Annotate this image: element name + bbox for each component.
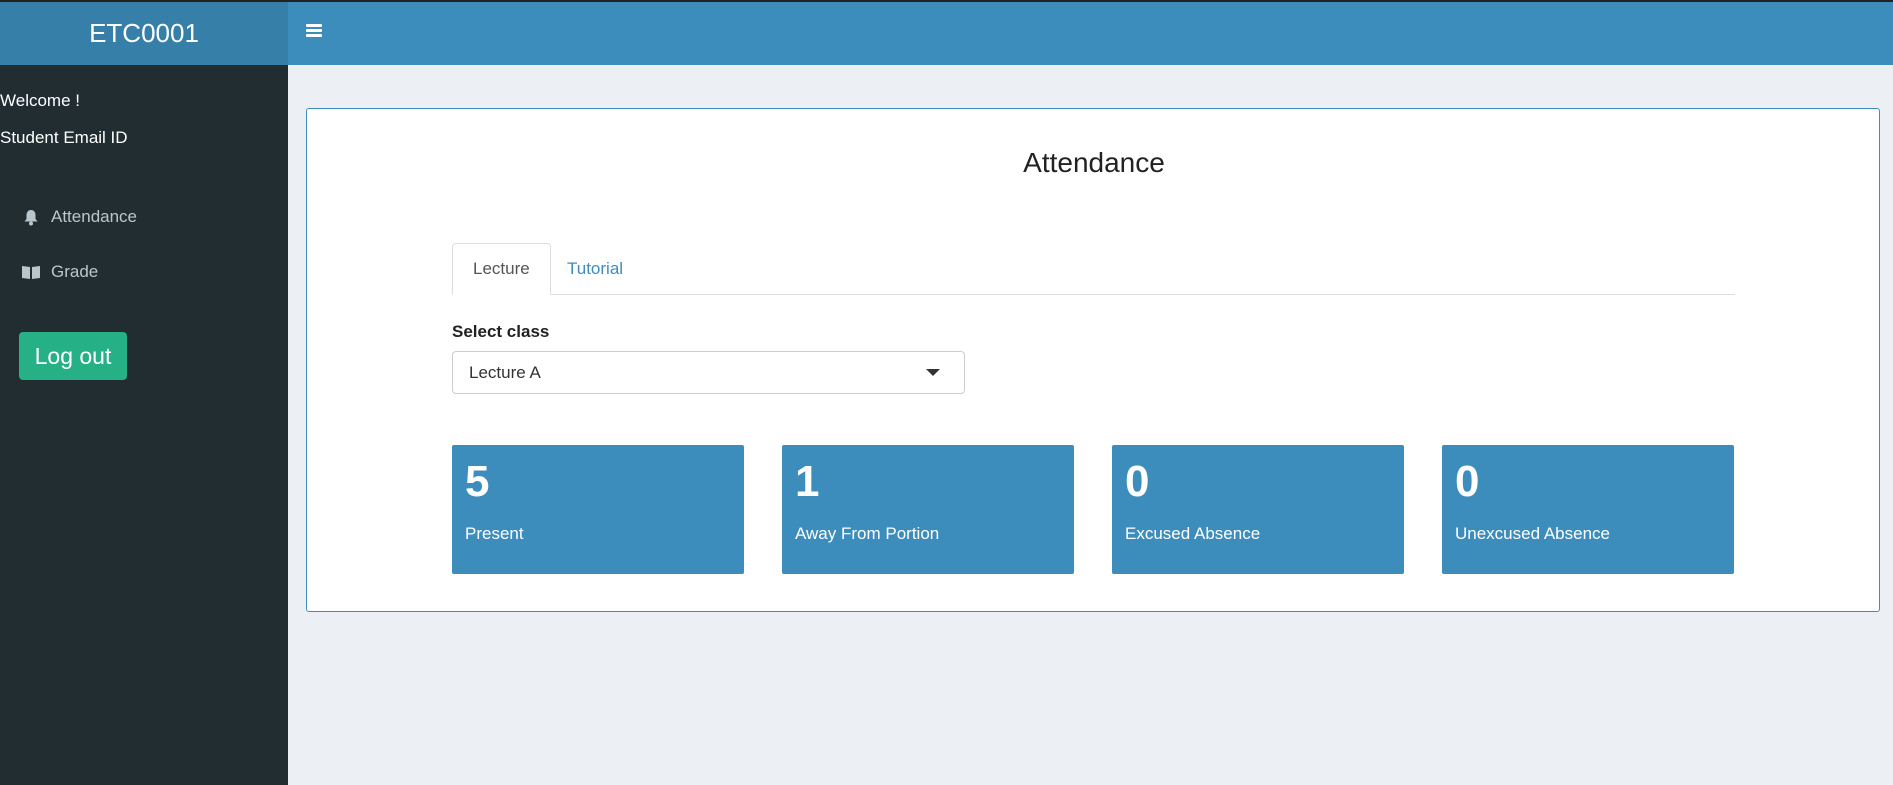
top-navbar: [288, 2, 1893, 65]
sidebar-item-grade[interactable]: Grade: [0, 252, 288, 292]
page-title: Attendance: [1023, 147, 1165, 178]
attendance-panel: Attendance Lecture Tutorial Select class…: [306, 108, 1880, 612]
caret-down-icon: [926, 369, 940, 376]
book-icon: [20, 262, 42, 282]
sidebar-item-label: Attendance: [51, 207, 138, 226]
welcome-text: Welcome !: [0, 91, 80, 110]
sidebar-item-attendance[interactable]: Attendance: [0, 197, 288, 237]
stat-value: 0: [1455, 457, 1480, 506]
stat-box-present: 5 Present: [452, 445, 744, 574]
select-class-label: Select class: [452, 322, 550, 341]
sidebar: Welcome ! Student Email ID Attendance Gr…: [0, 65, 288, 785]
class-type-tabs: Lecture Tutorial: [452, 243, 1735, 295]
stat-label: Away From Portion: [795, 524, 940, 543]
student-email: Student Email ID: [0, 128, 128, 147]
stat-value: 5: [465, 457, 490, 506]
class-select-value: Lecture A: [469, 362, 541, 382]
sidebar-item-label: Grade: [51, 262, 99, 281]
bell-icon: [20, 207, 42, 227]
stat-label: Present: [465, 524, 524, 543]
sidebar-toggle-icon[interactable]: [306, 22, 326, 42]
stat-box-excused: 0 Excused Absence: [1112, 445, 1404, 574]
tab-lecture[interactable]: Lecture: [452, 243, 551, 295]
logout-button[interactable]: Log out: [19, 332, 127, 380]
stat-value: 0: [1125, 457, 1150, 506]
stat-value: 1: [795, 457, 820, 506]
stat-label: Unexcused Absence: [1455, 524, 1610, 543]
stat-box-away: 1 Away From Portion: [782, 445, 1074, 574]
app-logo[interactable]: ETC0001: [0, 2, 288, 65]
stat-label: Excused Absence: [1125, 524, 1261, 543]
stat-box-unexcused: 0 Unexcused Absence: [1442, 445, 1734, 574]
class-select[interactable]: Lecture A: [452, 351, 965, 394]
tab-tutorial[interactable]: Tutorial: [547, 243, 643, 295]
